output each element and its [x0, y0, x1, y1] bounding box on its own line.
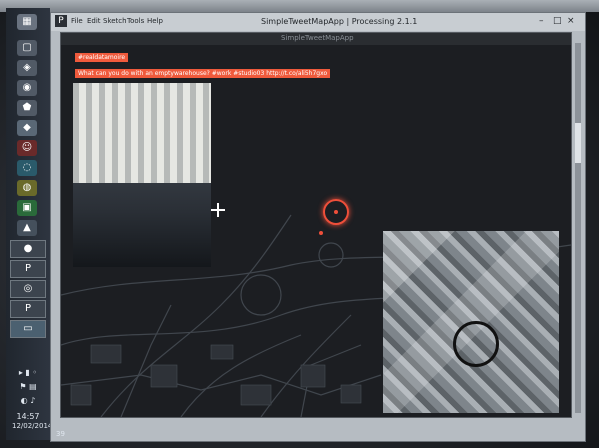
window-icon: ▭ [23, 323, 33, 334]
processing-app-icon[interactable]: P [55, 15, 67, 27]
sketch-window: SimpleTweetMapApp #realdatamoire What ca [60, 32, 572, 418]
chrome-task-button[interactable]: ◎ [10, 280, 46, 298]
app-icon[interactable]: ⬟ [17, 100, 37, 116]
menu-sketch[interactable]: Sketch [103, 17, 127, 25]
app-icon[interactable]: ◉ [17, 80, 37, 96]
editor-scrollbar[interactable] [575, 43, 581, 413]
chrome-icon: ◎ [23, 283, 33, 294]
app-icon[interactable]: ☺ [17, 140, 37, 156]
app-icon[interactable]: ◌ [17, 160, 37, 176]
app-icon[interactable]: ◆ [17, 120, 37, 136]
processing-task-button[interactable]: P [10, 260, 46, 278]
menu-tools[interactable]: Tools [127, 17, 144, 25]
flag-icon[interactable]: ⚑ ▤ [12, 382, 44, 391]
tweet-location-marker[interactable] [323, 199, 349, 225]
app-icon[interactable]: ◈ [17, 60, 37, 76]
start-icon[interactable]: ▦ [17, 14, 37, 30]
mouse-crosshair-icon [211, 203, 225, 217]
explorer-icon[interactable]: ▢ [17, 40, 37, 56]
app-icon[interactable]: ▲ [17, 220, 37, 236]
tweet-photo-building [73, 83, 211, 183]
tweet-point[interactable] [319, 231, 323, 235]
maximize-button[interactable]: □ [553, 16, 562, 26]
minimize-button[interactable]: – [539, 16, 544, 26]
active-task-button[interactable]: ▭ [10, 320, 46, 338]
firefox-icon: ● [23, 243, 33, 254]
line-number: 39 [56, 430, 65, 438]
hashtag-label: #realdatamoire [75, 53, 129, 62]
close-button[interactable]: × [567, 16, 575, 26]
sketch-titlebar: SimpleTweetMapApp [61, 33, 571, 45]
tray-icons[interactable]: ▸ ▮ ◦ [12, 368, 44, 377]
taskbar: ▦ ▢ ◈ ◉ ⬟ ◆ ☺ ◌ ◍ ▣ ▲ ● P ◎ P ▭ ▸ ▮ ◦ ⚑ … [6, 8, 52, 440]
aerial-location-ring [453, 321, 499, 367]
volume-icon[interactable]: ◐ ♪ [12, 396, 44, 405]
processing-task-button[interactable]: P [10, 300, 46, 318]
scrollbar-thumb[interactable] [575, 123, 581, 163]
sketch-title: SimpleTweetMapApp [281, 34, 354, 42]
menu-help[interactable]: Help [147, 17, 163, 25]
app-icon[interactable]: ◍ [17, 180, 37, 196]
clock-time[interactable]: 14:57 [12, 412, 44, 421]
menu-file[interactable]: File [71, 17, 83, 25]
monitor-bezel [0, 0, 599, 12]
menu-bar: P File Edit Sketch Tools Help SimpleTwee… [51, 13, 585, 31]
clock-date[interactable]: 12/02/2014 [12, 422, 52, 430]
app-icon[interactable]: ▣ [17, 200, 37, 216]
tweet-text: What can you do with an emptywarehouse? … [75, 69, 331, 78]
firefox-task-button[interactable]: ● [10, 240, 46, 258]
marker-dot [334, 210, 338, 214]
window-title: SimpleTweetMapApp | Processing 2.1.1 [261, 17, 418, 26]
menu-edit[interactable]: Edit [87, 17, 101, 25]
